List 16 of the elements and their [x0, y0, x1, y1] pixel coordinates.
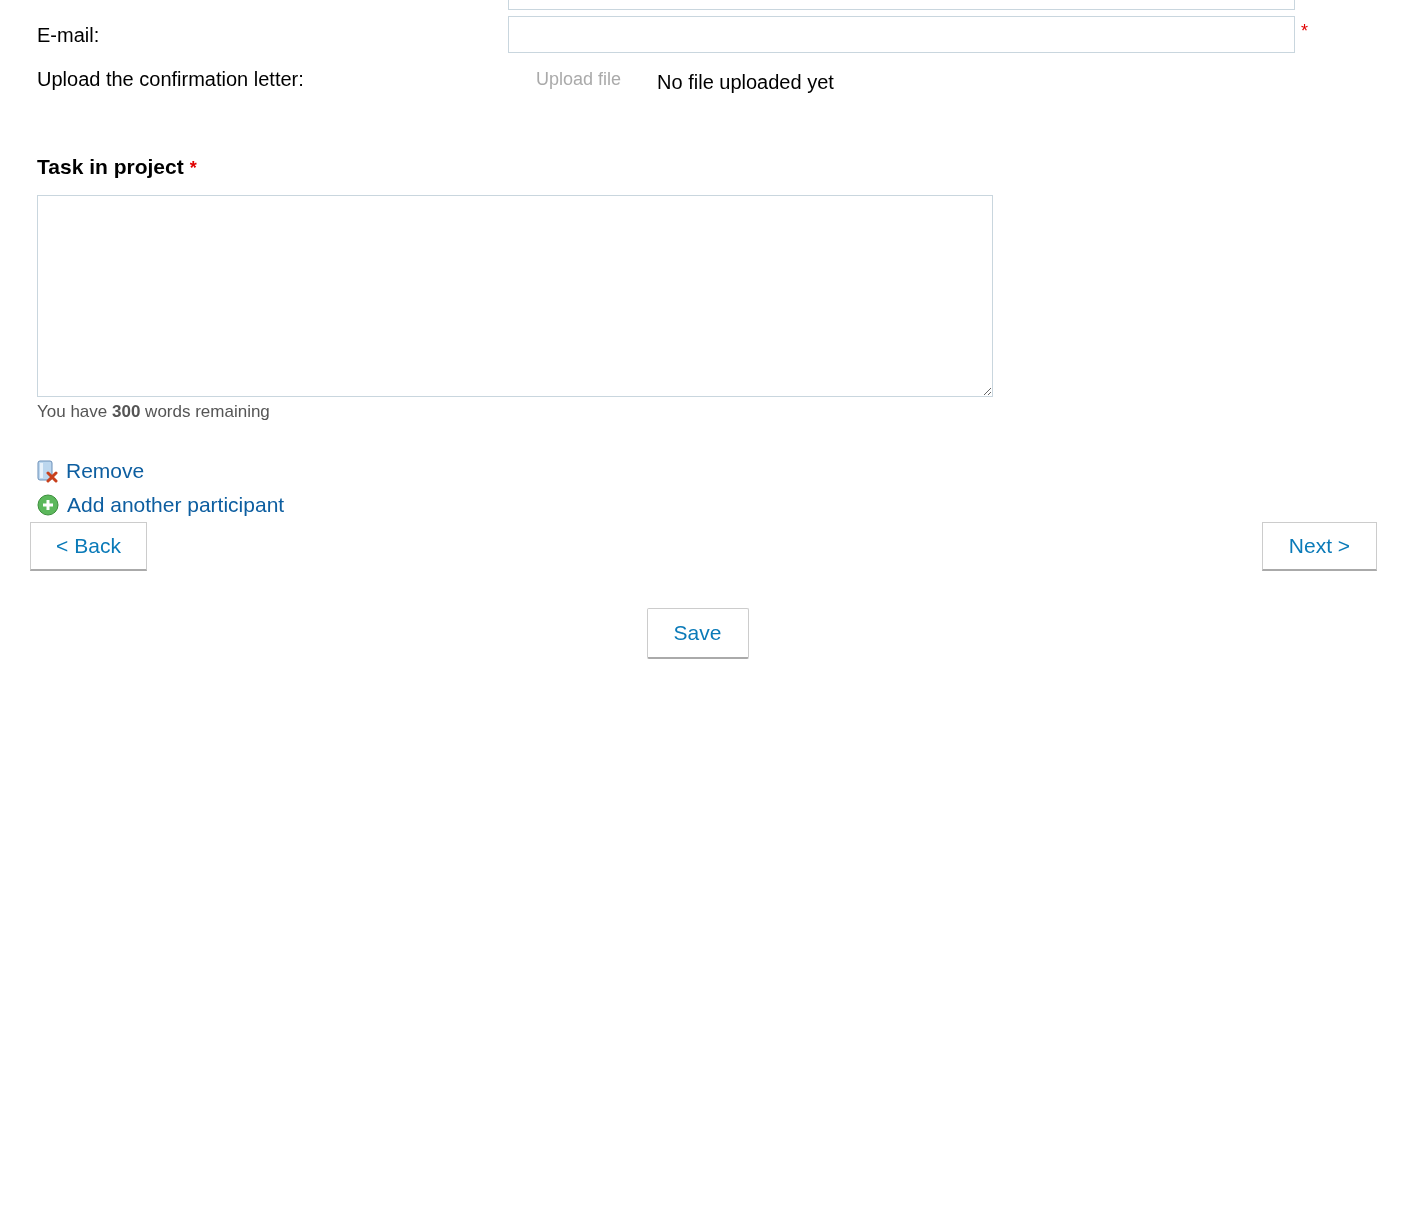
field-label: Upload the confirmation letter:	[37, 68, 304, 90]
required-mark: *	[1301, 20, 1308, 43]
upload-status: No file uploaded yet	[657, 70, 834, 95]
section-title: Task in project	[37, 155, 184, 178]
plus-circle-icon	[37, 494, 59, 516]
back-button[interactable]: < Back	[30, 522, 147, 571]
save-button[interactable]: Save	[646, 608, 749, 659]
task-textarea[interactable]	[37, 194, 993, 397]
required-mark: *	[189, 158, 197, 178]
next-button[interactable]: Next >	[1262, 522, 1377, 571]
field-label: E-mail:	[37, 23, 100, 46]
input-field[interactable]	[508, 16, 1295, 53]
add-participant-link[interactable]: Add another participant	[67, 492, 285, 518]
word-counter: You have 300 words remaining	[37, 400, 271, 423]
trash-delete-icon	[37, 459, 58, 483]
remove-link[interactable]: Remove	[66, 458, 145, 484]
